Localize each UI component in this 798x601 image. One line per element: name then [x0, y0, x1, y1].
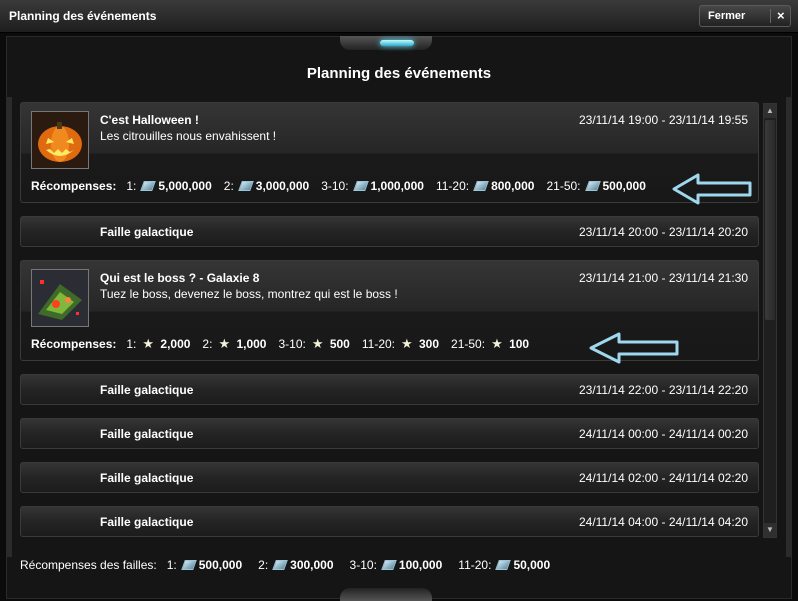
- scroll-up-icon[interactable]: ▲: [764, 104, 776, 118]
- event-card-faille[interactable]: Faille galactique 24/11/14 00:00 - 24/11…: [20, 418, 759, 449]
- faille-rewards-footer: Récompenses des failles: 1: 500,000 2: 3…: [20, 558, 566, 572]
- star-icon: ★: [218, 336, 231, 351]
- event-name: C'est Halloween !: [100, 113, 199, 127]
- reward-rank: 21-50:: [451, 337, 486, 351]
- reward-value: 500: [329, 337, 350, 351]
- event-date: 23/11/14 19:00 - 23/11/14 19:55: [578, 113, 748, 127]
- gem-icon: [140, 181, 157, 191]
- reward-rank: 3-10:: [278, 337, 306, 351]
- event-description: Les citrouilles nous envahissent !: [100, 129, 277, 143]
- annotation-arrow-icon: [589, 332, 679, 364]
- reward-value: 100,000: [398, 558, 443, 572]
- window-title: Planning des événements: [9, 9, 157, 23]
- event-card-faille[interactable]: Faille galactique 23/11/14 20:00 - 23/11…: [20, 216, 759, 247]
- reward-rank: 1:: [166, 558, 177, 572]
- reward-rank: 3-10:: [321, 179, 349, 193]
- reward-rank: 1:: [126, 179, 137, 193]
- gem-icon: [584, 181, 601, 191]
- reward-value: 5,000,000: [158, 179, 212, 193]
- frame-edge-right: [786, 97, 791, 557]
- reward-value: 2,000: [160, 337, 191, 351]
- event-date: 24/11/14 00:00 - 24/11/14 00:20: [578, 427, 748, 441]
- event-rewards: Récompenses: 1: 5,000,000 2: 3,000,000 3…: [31, 179, 658, 193]
- gem-icon: [272, 560, 288, 570]
- event-card-halloween[interactable]: C'est Halloween ! 23/11/14 19:00 - 23/11…: [20, 102, 759, 203]
- event-name: Faille galactique: [100, 471, 194, 485]
- rewards-label: Récompenses:: [31, 179, 117, 193]
- event-date: 24/11/14 04:00 - 24/11/14 04:20: [578, 515, 748, 529]
- event-name: Qui est le boss ? - Galaxie 8: [100, 271, 260, 285]
- reward-value: 50,000: [513, 558, 551, 572]
- gem-icon: [381, 560, 397, 570]
- reward-value: 300,000: [290, 558, 334, 572]
- event-list-scrollbar[interactable]: ▲ ▼: [763, 103, 777, 538]
- event-card-faille[interactable]: Faille galactique 23/11/14 22:00 - 23/11…: [20, 374, 759, 405]
- gem-icon: [180, 560, 197, 570]
- frame-edge-left: [7, 97, 12, 557]
- frame-bottom-notch: [340, 588, 432, 601]
- reward-rank: 11-20:: [458, 558, 492, 572]
- reward-rank: 2:: [223, 179, 234, 193]
- star-icon: ★: [401, 336, 413, 351]
- close-button[interactable]: Fermer ×: [699, 5, 791, 27]
- reward-rank: 21-50:: [546, 179, 581, 193]
- reward-value: 1,000: [236, 337, 267, 351]
- star-icon: ★: [491, 336, 503, 351]
- close-icon[interactable]: ×: [777, 8, 785, 23]
- reward-value: 1,000,000: [370, 179, 424, 193]
- reward-value: 500,000: [602, 179, 646, 193]
- gem-icon: [237, 181, 254, 191]
- reward-value: 100: [509, 337, 530, 351]
- gem-icon: [473, 181, 489, 191]
- event-description: Tuez le boss, devenez le boss, montrez q…: [100, 287, 398, 301]
- reward-value: 500,000: [198, 558, 243, 572]
- reward-rank: 3-10:: [349, 558, 377, 572]
- gem-icon: [352, 181, 369, 191]
- event-date: 23/11/14 20:00 - 23/11/14 20:20: [578, 225, 748, 239]
- event-date: 23/11/14 21:00 - 23/11/14 21:30: [578, 271, 748, 285]
- close-button-divider: [770, 9, 771, 23]
- ship-icon: [31, 269, 89, 327]
- event-rewards: Récompenses: 1: ★ 2,000 2: ★ 1,000 3-10:…: [31, 337, 541, 351]
- event-name: Faille galactique: [100, 383, 194, 397]
- star-icon: ★: [142, 336, 155, 351]
- footer-label: Récompenses des failles:: [20, 558, 157, 572]
- reward-rank: 11-20:: [435, 179, 470, 193]
- reward-rank: 11-20:: [361, 337, 395, 351]
- reward-rank: 2:: [202, 337, 213, 351]
- reward-rank: 2:: [258, 558, 269, 572]
- close-button-label: Fermer: [708, 10, 746, 22]
- window-titlebar: Planning des événements Fermer ×: [0, 0, 798, 33]
- event-name: Faille galactique: [100, 427, 194, 441]
- indicator-light-icon: [380, 40, 414, 46]
- reward-value: 3,000,000: [255, 179, 310, 193]
- rewards-label: Récompenses:: [31, 337, 117, 351]
- event-name: Faille galactique: [100, 515, 194, 529]
- event-card-faille[interactable]: Faille galactique 24/11/14 04:00 - 24/11…: [20, 506, 759, 537]
- event-card-faille[interactable]: Faille galactique 24/11/14 02:00 - 24/11…: [20, 462, 759, 493]
- pumpkin-icon: [31, 111, 89, 169]
- reward-value: 300: [419, 337, 440, 351]
- reward-rank: 1:: [126, 337, 137, 351]
- scroll-down-icon[interactable]: ▼: [764, 523, 776, 537]
- page-title: Planning des événements: [306, 65, 492, 82]
- event-date: 24/11/14 02:00 - 24/11/14 02:20: [578, 471, 748, 485]
- scrollbar-thumb[interactable]: [765, 120, 775, 320]
- star-icon: ★: [311, 336, 324, 351]
- gem-icon: [495, 560, 512, 570]
- event-name: Faille galactique: [100, 225, 194, 239]
- reward-value: 800,000: [491, 179, 535, 193]
- annotation-arrow-icon: [672, 173, 752, 205]
- event-date: 23/11/14 22:00 - 23/11/14 22:20: [578, 383, 748, 397]
